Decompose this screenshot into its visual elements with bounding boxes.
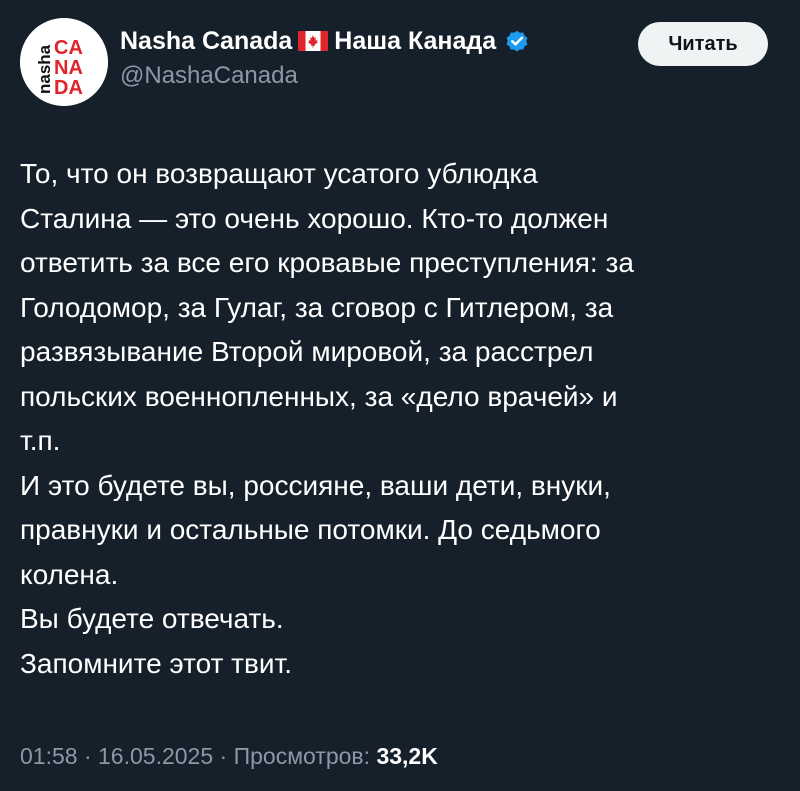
author-handle[interactable]: @NashaCanada: [120, 62, 530, 90]
avatar-line3: DA: [54, 77, 83, 99]
canada-flag-icon: [298, 31, 329, 51]
meta-separator: ·: [219, 743, 228, 769]
views-label: Просмотров:: [233, 743, 371, 769]
avatar-logo: nasha CA NA DA: [20, 18, 108, 106]
avatar[interactable]: nasha CA NA DA: [20, 18, 108, 106]
tweet-date[interactable]: 16.05.2025: [98, 743, 213, 769]
display-name-cyrillic: Наша Канада: [334, 26, 497, 55]
display-name-row[interactable]: Nasha Canada Наша Канада: [120, 24, 530, 58]
meta-separator: ·: [83, 743, 92, 769]
tweet-time[interactable]: 01:58: [20, 743, 78, 769]
tweet-text: То, что он возвращают усатого ублюдка Ст…: [20, 158, 634, 679]
tweet-meta: 01:58 · 16.05.2025 · Просмотров: 33,2K: [20, 743, 438, 770]
tweet: nasha CA NA DA Nasha Canada Наша Канада: [0, 0, 800, 791]
avatar-side-text: nasha: [35, 44, 54, 94]
author-names: Nasha Canada Наша Канада @NashaCanada: [120, 24, 530, 90]
avatar-line2: NA: [54, 57, 83, 79]
follow-button[interactable]: Читать: [638, 22, 768, 66]
views-count[interactable]: 33,2K: [376, 743, 437, 769]
tweet-header: nasha CA NA DA Nasha Canada Наша Канада: [20, 18, 780, 108]
display-name-latin: Nasha Canada: [120, 26, 293, 55]
avatar-line1: CA: [54, 37, 83, 59]
verified-badge-icon: [506, 30, 528, 52]
